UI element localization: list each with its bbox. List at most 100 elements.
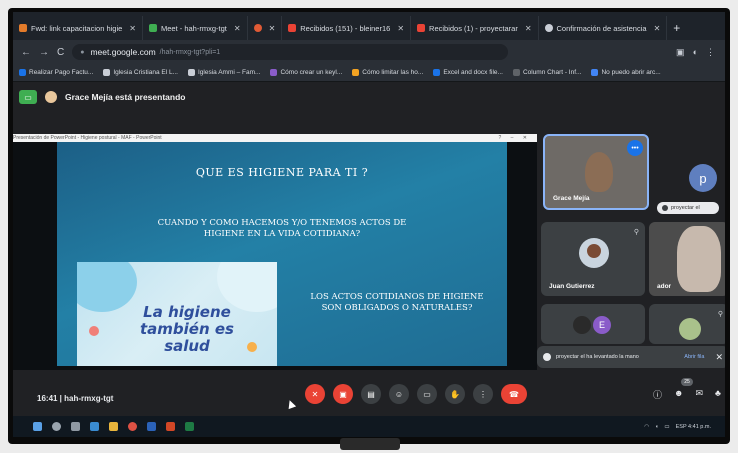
- meet-icon: [149, 24, 157, 32]
- close-icon[interactable]: ✕: [397, 24, 404, 33]
- image-caption: La higiene también es salud: [140, 303, 234, 355]
- browser-actions: ▣ ◐ ⋮: [676, 47, 725, 58]
- gmail-icon: [417, 24, 426, 32]
- windows-start-icon[interactable]: [33, 422, 42, 431]
- close-icon[interactable]: ✕: [525, 24, 532, 33]
- extensions-icon[interactable]: ▣: [676, 47, 685, 58]
- camera-off-button[interactable]: ▣: [333, 384, 353, 404]
- close-icon[interactable]: ✕: [715, 352, 723, 363]
- bookmark-favicon: [352, 69, 360, 76]
- present-screen-icon[interactable]: ▭: [19, 90, 37, 104]
- powerpoint-titlebar: Presentación de PowerPoint - Higiene pos…: [13, 134, 537, 142]
- slide-title: QUE ES HIGIENE PARA TI ?: [195, 166, 369, 179]
- meet-stage: ▭ Grace Mejía está presentando Presentac…: [13, 82, 725, 437]
- excel-icon[interactable]: [185, 422, 194, 431]
- window-controls[interactable]: ? – ✕: [498, 135, 537, 141]
- bookmark-item[interactable]: Cómo limitar las ho...: [352, 69, 423, 76]
- tab-email-forward[interactable]: Fwd: link capacitacion higie ✕: [13, 16, 143, 40]
- forward-icon[interactable]: →: [39, 47, 49, 58]
- bookmark-item[interactable]: Realizar Pago Factu...: [19, 69, 93, 76]
- bookmark-favicon: [433, 69, 441, 76]
- tray-clock[interactable]: ESP 4:41 p.m.: [676, 424, 711, 430]
- slide-question: CUANDO Y COMO HACEMOS Y/O TENEMOS ACTOS …: [157, 218, 407, 239]
- participant-tile-presenter[interactable]: ••• Grace Mejía: [543, 134, 649, 210]
- activities-icon[interactable]: ♣: [715, 388, 721, 401]
- meeting-time-code: 16:41 | hah-rmxg-tgt: [37, 394, 114, 403]
- lock-icon: ●: [80, 48, 85, 56]
- reload-icon[interactable]: C: [57, 47, 64, 58]
- back-icon[interactable]: ←: [21, 47, 31, 58]
- bookmark-favicon: [512, 69, 520, 76]
- url-input[interactable]: ● meet.google.com/hah-rmxg-tgt?pli=1: [72, 44, 509, 60]
- participant-count-badge: 25: [681, 378, 693, 386]
- monitor-screen: Fwd: link capacitacion higie ✕ Meet - hah…: [13, 12, 725, 437]
- participant-video: [585, 152, 613, 192]
- close-icon[interactable]: ✕: [269, 24, 276, 33]
- new-tab-button[interactable]: +: [667, 16, 686, 40]
- chrome-icon[interactable]: [128, 422, 137, 431]
- monitor-stand: [340, 438, 400, 450]
- mic-off-button[interactable]: ✕: [305, 384, 325, 404]
- info-icon[interactable]: ⓘ: [653, 388, 662, 401]
- tab-gmail-proyectar[interactable]: Recibidos (1) - proyectarar ✕: [411, 16, 539, 40]
- windows-taskbar: ◠ ◖ ▭ ESP 4:41 p.m.: [13, 416, 725, 437]
- participant-tile[interactable]: ⚲ Juan Gutierrez: [541, 222, 645, 296]
- close-icon[interactable]: ✕: [129, 24, 136, 33]
- folder-icon[interactable]: [109, 422, 118, 431]
- search-icon[interactable]: [52, 422, 61, 431]
- pin-icon[interactable]: ⚲: [718, 310, 723, 318]
- tab-meet[interactable]: Meet - hah-rmxg-tgt ✕: [143, 16, 248, 40]
- present-button[interactable]: ▭: [417, 384, 437, 404]
- mail-icon: [19, 24, 27, 32]
- raise-hand-button[interactable]: ✋: [445, 384, 465, 404]
- powerpoint-icon[interactable]: [166, 422, 175, 431]
- word-icon[interactable]: [147, 422, 156, 431]
- slide-statement: LOS ACTOS COTIDIANOS DE HIGIENE SON OBLI…: [310, 292, 484, 313]
- pin-icon[interactable]: ⚲: [634, 228, 639, 236]
- tab-recording[interactable]: ✕: [248, 16, 283, 40]
- avatar: [573, 316, 591, 334]
- chat-icon[interactable]: ✉: [696, 388, 704, 401]
- leave-call-button[interactable]: ☎: [501, 384, 527, 404]
- bookmark-item[interactable]: Column Chart - Inf...: [512, 69, 581, 76]
- powerpoint-window: Presentación de PowerPoint - Higiene pos…: [13, 134, 537, 370]
- raised-hand-badge: proyectar el: [657, 202, 719, 214]
- participant-tile[interactable]: ador: [649, 222, 725, 296]
- close-icon[interactable]: ✕: [234, 24, 241, 33]
- volume-icon[interactable]: ◖: [655, 424, 658, 430]
- bookmark-favicon: [591, 69, 599, 76]
- presenting-banner: ▭ Grace Mejía está presentando: [13, 82, 725, 112]
- more-options-button[interactable]: ⋮: [473, 384, 493, 404]
- photo-background: Fwd: link capacitacion higie ✕ Meet - hah…: [0, 0, 738, 453]
- task-view-icon[interactable]: [71, 422, 80, 431]
- bookmark-item[interactable]: Iglesia Ammi – Fam...: [187, 69, 260, 76]
- side-panel-buttons: ⓘ ☻ ✉ ♣: [653, 388, 721, 401]
- bookmark-item[interactable]: Excel and docx file...: [433, 69, 503, 76]
- wifi-icon[interactable]: ◠: [644, 424, 649, 430]
- captions-button[interactable]: ▤: [361, 384, 381, 404]
- tab-confirmation[interactable]: Confirmación de asistencia ✕: [539, 16, 668, 40]
- mouse-cursor-icon: [285, 398, 297, 410]
- participant-tile[interactable]: ⚲: [649, 304, 725, 344]
- bookmark-item[interactable]: No puedo abrir arc...: [591, 69, 661, 76]
- emoji-button[interactable]: ☺: [389, 384, 409, 404]
- tab-gmail-inbox[interactable]: Recibidos (151) - bleiner16 ✕: [282, 16, 412, 40]
- close-icon[interactable]: ✕: [654, 24, 661, 33]
- bookmark-item[interactable]: Iglesia Cristiana El L...: [103, 69, 178, 76]
- bookmark-favicon: [270, 69, 278, 76]
- system-tray: ◠ ◖ ▭ ESP 4:41 p.m.: [644, 424, 725, 430]
- edge-icon[interactable]: [90, 422, 99, 431]
- people-icon[interactable]: ☻: [674, 388, 683, 401]
- profile-icon[interactable]: ◐: [693, 47, 698, 58]
- battery-icon[interactable]: ▭: [664, 424, 669, 430]
- open-queue-link[interactable]: Abrir fila: [684, 354, 704, 360]
- more-options-icon[interactable]: •••: [627, 140, 643, 156]
- hand-icon: [543, 353, 551, 361]
- hygiene-image: La higiene también es salud: [77, 262, 277, 366]
- bookmark-item[interactable]: Cómo crear un keyl...: [270, 69, 342, 76]
- gmail-icon: [288, 24, 297, 32]
- menu-icon[interactable]: ⋮: [706, 47, 715, 58]
- participant-tile[interactable]: E: [541, 304, 645, 344]
- presenter-avatar: [45, 91, 57, 103]
- avatar: [579, 238, 609, 268]
